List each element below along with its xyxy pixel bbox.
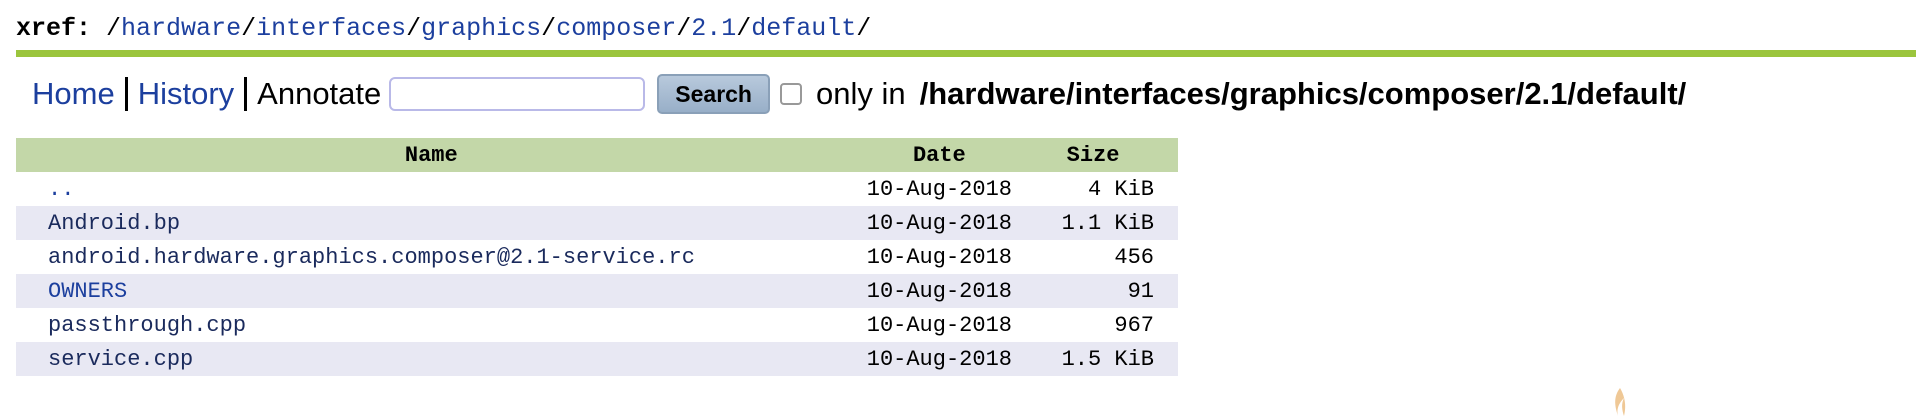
breadcrumb-interfaces[interactable]: interfaces xyxy=(256,14,406,43)
file-date: 10-Aug-2018 xyxy=(846,206,1033,240)
breadcrumb-version[interactable]: 2.1 xyxy=(691,14,736,43)
table-row: service.cpp 10-Aug-2018 1.5 KiB xyxy=(16,342,1178,376)
annotate-link[interactable]: Annotate xyxy=(257,76,381,112)
nav-divider xyxy=(244,77,248,111)
table-row: passthrough.cpp 10-Aug-2018 967 xyxy=(16,308,1178,342)
table-row: Android.bp 10-Aug-2018 1.1 KiB xyxy=(16,206,1178,240)
nav-bar: Home History Annotate Search only in /ha… xyxy=(32,70,1686,118)
directory-table: Name Date Size .. 10-Aug-2018 4 KiB Andr… xyxy=(16,138,1178,376)
breadcrumb-separator: / xyxy=(106,14,122,43)
file-date: 10-Aug-2018 xyxy=(846,342,1033,376)
file-size: 456 xyxy=(1114,244,1154,270)
file-link[interactable]: OWNERS xyxy=(48,279,127,304)
file-date: 10-Aug-2018 xyxy=(866,244,1012,270)
file-date: 10-Aug-2018 xyxy=(866,176,1012,202)
table-row: .. 10-Aug-2018 4 KiB xyxy=(16,172,1178,206)
only-in-checkbox[interactable] xyxy=(779,83,802,105)
file-size: 1.1 KiB xyxy=(1032,206,1178,240)
file-size: 1.5 KiB xyxy=(1032,342,1178,376)
file-size: 4 KiB xyxy=(1087,176,1154,202)
date-column-header[interactable]: Date xyxy=(846,138,1033,172)
history-link[interactable]: History xyxy=(138,76,234,112)
breadcrumb-default[interactable]: default xyxy=(751,14,856,43)
table-row: android.hardware.graphics.composer@2.1-s… xyxy=(16,240,1178,274)
file-link[interactable]: Android.bp xyxy=(48,211,180,236)
file-date: 10-Aug-2018 xyxy=(866,312,1012,338)
xref-breadcrumb: xref: /hardware/interfaces/graphics/comp… xyxy=(16,14,872,43)
file-link[interactable]: passthrough.cpp xyxy=(48,313,246,338)
nav-divider xyxy=(124,77,128,111)
file-size: 91 xyxy=(1032,274,1178,308)
file-link[interactable]: android.hardware.graphics.composer@2.1-s… xyxy=(48,245,695,270)
flame-icon xyxy=(1615,388,1626,416)
size-column-header[interactable]: Size xyxy=(1032,138,1178,172)
file-date: 10-Aug-2018 xyxy=(846,274,1033,308)
search-input[interactable] xyxy=(389,77,646,111)
breadcrumb-composer[interactable]: composer xyxy=(556,14,676,43)
file-size: 967 xyxy=(1114,312,1154,338)
xref-label: xref: xyxy=(16,14,92,43)
name-column-header[interactable]: Name xyxy=(16,138,847,172)
table-header-row: Name Date Size xyxy=(16,138,1178,172)
breadcrumb-graphics[interactable]: graphics xyxy=(421,14,541,43)
parent-directory-link[interactable]: .. xyxy=(48,177,74,202)
search-button[interactable]: Search xyxy=(657,74,770,114)
table-row: OWNERS 10-Aug-2018 91 xyxy=(16,274,1178,308)
file-link[interactable]: service.cpp xyxy=(48,347,193,372)
only-in-label: only in xyxy=(815,76,906,111)
header-divider xyxy=(16,50,1916,57)
current-path: /hardware/interfaces/graphics/composer/2… xyxy=(919,76,1687,111)
breadcrumb-hardware[interactable]: hardware xyxy=(121,14,241,43)
home-link[interactable]: Home xyxy=(32,76,115,112)
